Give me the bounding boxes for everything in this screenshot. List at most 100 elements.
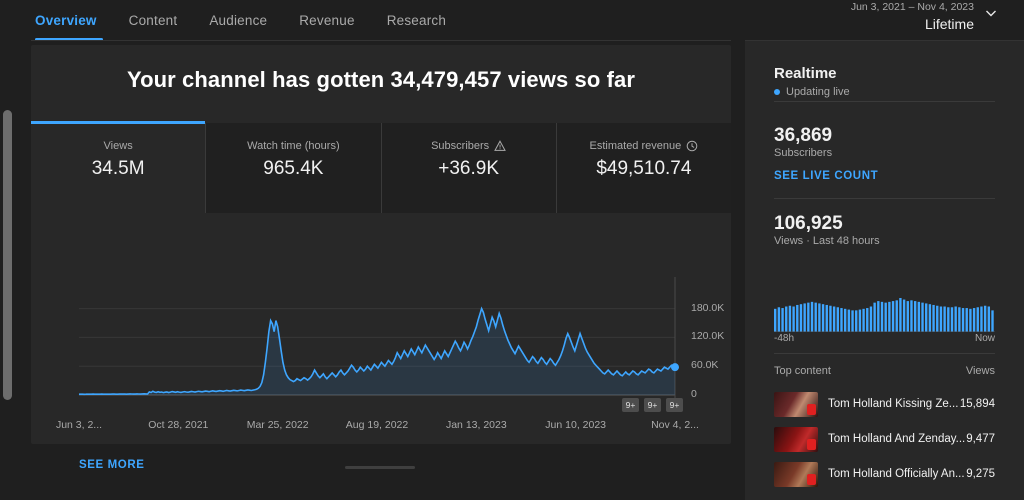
page-scrollbar-thumb[interactable] <box>3 110 12 400</box>
realtime-views-label: Views · Last 48 hours <box>774 235 880 247</box>
top-content-header: Top content Views <box>774 365 995 377</box>
top-content-row[interactable]: Tom Holland Kissing Ze... 15,894 <box>774 389 995 419</box>
metric-card-watch-time-hours[interactable]: Watch time (hours) 965.4K <box>205 123 381 213</box>
youtube-studio-analytics-page: Overview Content Audience Revenue Research J… <box>0 0 1024 500</box>
sparkline-bar <box>814 302 817 332</box>
warning-icon[interactable] <box>494 140 506 152</box>
top-content-title: Tom Holland Officially An... <box>828 468 965 480</box>
x-axis-tick: Aug 19, 2022 <box>345 419 409 431</box>
realtime-subscribers-label: Subscribers <box>774 147 833 159</box>
tabbar-divider <box>31 40 731 41</box>
see-more-link-overview[interactable]: SEE MORE <box>79 459 145 471</box>
sparkline-bar <box>954 306 957 332</box>
metric-card-subscribers[interactable]: Subscribers +36.9K <box>380 123 556 213</box>
x-axis-tick: Nov 4, 2... <box>651 419 699 431</box>
x-axis-tick: Jun 10, 2023 <box>545 419 607 431</box>
sparkline-bar <box>785 306 788 332</box>
annotation-chip[interactable]: 9+ <box>644 398 661 412</box>
tab-audience[interactable]: Audience <box>193 0 283 41</box>
x-axis-tick: Jun 3, 2... <box>55 419 103 431</box>
sparkline-bar <box>884 302 887 332</box>
annotation-chip[interactable]: 9+ <box>666 398 683 412</box>
sparkline-bar <box>858 309 862 332</box>
video-thumbnail[interactable] <box>774 391 818 417</box>
sparkline-axis-end: Now <box>974 333 995 344</box>
sparkline-bar <box>925 303 928 332</box>
live-dot-icon <box>774 89 780 95</box>
sparkline-bar <box>825 304 828 332</box>
realtime-divider-2 <box>774 198 995 199</box>
sparkline-bar <box>877 301 880 332</box>
sparkline-bar <box>788 305 792 332</box>
realtime-title: Realtime <box>774 65 837 82</box>
video-thumbnail[interactable] <box>774 461 818 487</box>
metric-card-views[interactable]: Views 34.5M <box>31 121 206 213</box>
y-axis-tick: 60.0K <box>691 359 719 372</box>
shorts-badge-icon <box>807 438 816 450</box>
sparkline-bar <box>869 306 873 332</box>
date-range-label: Lifetime <box>924 16 974 32</box>
annotation-chip[interactable]: 9+ <box>622 398 639 412</box>
sparkline-bar <box>792 306 795 332</box>
top-content-row[interactable]: Tom Holland And Zenday... 9,477 <box>774 424 995 454</box>
metric-label-text: Views <box>103 140 133 152</box>
sparkline-bar <box>972 308 976 332</box>
sparkline-bar <box>936 305 939 332</box>
tab-label: Revenue <box>299 13 355 28</box>
metric-label: Watch time (hours) <box>206 140 380 152</box>
tab-label: Content <box>128 13 178 28</box>
sparkline-bar <box>803 303 806 332</box>
x-axis-tick: Mar 25, 2022 <box>246 419 309 431</box>
tab-revenue[interactable]: Revenue <box>283 0 370 41</box>
sparkline-bar <box>961 308 965 332</box>
sparkline-axis-start: -48h <box>774 333 795 344</box>
sparkline-bar <box>851 310 854 332</box>
chevron-down-icon[interactable] <box>984 6 998 20</box>
y-axis-tick: 120.0K <box>691 330 725 343</box>
top-content-row[interactable]: Tom Holland Officially An... 9,275 <box>774 459 995 489</box>
page-scrollbar[interactable] <box>3 100 12 495</box>
sparkline-bar <box>950 307 954 332</box>
overview-card: Your channel has gotten 34,479,457 views… <box>31 45 731 471</box>
page-title: Your channel has gotten 34,479,457 views… <box>126 67 636 92</box>
metric-value: +36.9K <box>438 158 499 179</box>
top-content-header-views: Views <box>965 365 995 377</box>
sparkline-bar <box>810 301 814 332</box>
sparkline-bar <box>987 306 991 332</box>
x-axis-tick: Oct 28, 2021 <box>148 419 209 431</box>
sparkline-bar <box>888 301 891 332</box>
tab-label: Audience <box>209 13 268 28</box>
sparkline-bar <box>880 301 884 332</box>
realtime-divider-3 <box>774 353 995 354</box>
metric-value: 965.4K <box>263 158 324 179</box>
clock-icon[interactable] <box>686 140 698 152</box>
sparkline-bar <box>943 306 946 332</box>
sparkline-bar <box>821 304 825 332</box>
metric-label: Estimated revenue <box>557 140 731 152</box>
card-resize-handle[interactable] <box>345 466 415 469</box>
sparkline-bar <box>947 307 950 332</box>
metric-label-text: Estimated revenue <box>589 140 682 152</box>
realtime-live-label: Updating live <box>786 86 850 98</box>
sparkline-bar <box>902 299 906 332</box>
tab-content[interactable]: Content <box>113 0 194 41</box>
chart-area-fill <box>79 308 675 395</box>
date-range-selector[interactable]: Jun 3, 2021 – Nov 4, 2023 Lifetime <box>746 0 1016 41</box>
sparkline-bar <box>939 306 943 332</box>
y-axis-tick: 180.0K <box>691 301 725 314</box>
sparkline-bar <box>958 307 961 332</box>
sparkline-bar <box>976 307 979 332</box>
sparkline-bar <box>906 301 909 332</box>
metric-label-text: Subscribers <box>431 140 490 152</box>
tab-research[interactable]: Research <box>371 0 462 41</box>
video-thumbnail[interactable] <box>774 426 818 452</box>
sparkline-bar <box>818 303 821 332</box>
see-live-count-link[interactable]: SEE LIVE COUNT <box>774 170 878 182</box>
annotation-chips: 9+ 9+ 9+ <box>622 398 683 412</box>
realtime-views-sparkline <box>774 294 995 333</box>
tab-overview[interactable]: Overview <box>31 0 113 41</box>
metric-card-estimated-revenue[interactable]: Estimated revenue $49,510.74 <box>555 123 731 213</box>
realtime-views-value: 106,925 <box>774 213 843 234</box>
sparkline-bar <box>913 301 917 332</box>
sparkline-bar <box>965 308 968 332</box>
